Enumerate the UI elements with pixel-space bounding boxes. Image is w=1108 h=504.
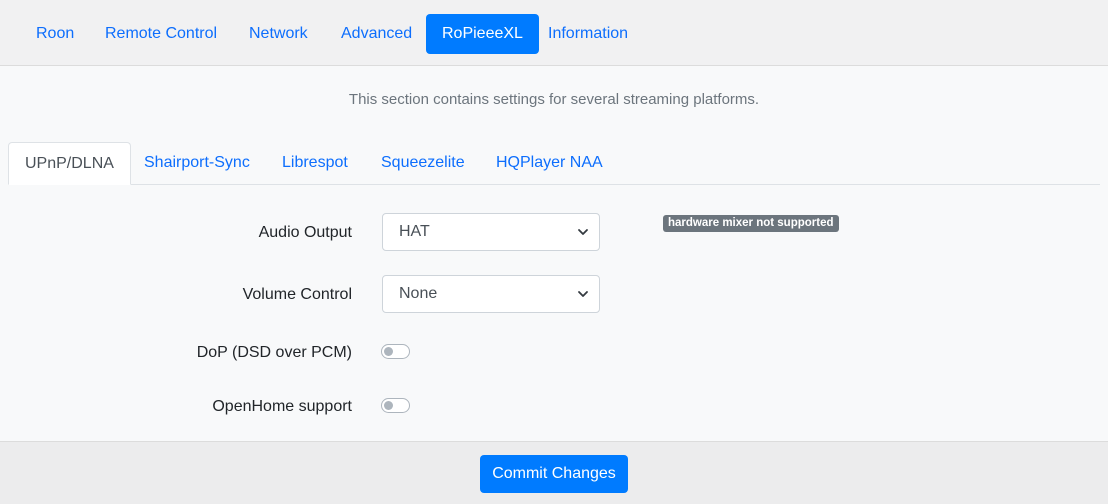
sub-tabs: UPnP/DLNA Shairport-Sync Librespot Squee… (8, 142, 1100, 185)
audio-output-label: Audio Output (258, 224, 352, 241)
openhome-label: OpenHome support (212, 398, 352, 415)
dop-label: DoP (DSD over PCM) (196, 344, 352, 361)
chevron-down-icon (578, 291, 588, 297)
sub-tab-squeezelite[interactable]: Squeezelite (365, 142, 481, 184)
volume-control-value: None (399, 285, 438, 302)
toggle-knob (384, 347, 393, 356)
volume-control-select[interactable]: None (382, 275, 600, 313)
openhome-toggle[interactable] (381, 398, 410, 413)
chevron-down-icon (578, 229, 588, 235)
hardware-mixer-badge: hardware mixer not supported (663, 215, 839, 232)
volume-control-label: Volume Control (242, 286, 352, 303)
section-description: This section contains settings for sever… (348, 91, 760, 108)
nav-tab-ropieeexl[interactable]: RoPieeeXL (426, 14, 539, 54)
sub-tab-librespot[interactable]: Librespot (266, 142, 364, 184)
nav-tab-information[interactable]: Information (532, 14, 644, 54)
nav-tab-roon[interactable]: Roon (20, 14, 90, 54)
sub-tab-shairport-sync[interactable]: Shairport-Sync (128, 142, 266, 184)
footer-bar: Commit Changes (0, 441, 1108, 504)
audio-output-value: HAT (399, 223, 430, 240)
nav-tab-remote-control[interactable]: Remote Control (89, 14, 233, 54)
main-nav: Roon Remote Control Network Advanced RoP… (0, 0, 1108, 66)
sub-tab-hqplayer-naa[interactable]: HQPlayer NAA (480, 142, 619, 184)
audio-output-select[interactable]: HAT (382, 213, 600, 251)
nav-tab-advanced[interactable]: Advanced (325, 14, 428, 54)
sub-tab-upnp-dlna[interactable]: UPnP/DLNA (8, 142, 131, 185)
toggle-knob (384, 401, 393, 410)
nav-tab-network[interactable]: Network (233, 14, 324, 54)
dop-toggle[interactable] (381, 344, 410, 359)
commit-changes-button[interactable]: Commit Changes (480, 455, 628, 493)
